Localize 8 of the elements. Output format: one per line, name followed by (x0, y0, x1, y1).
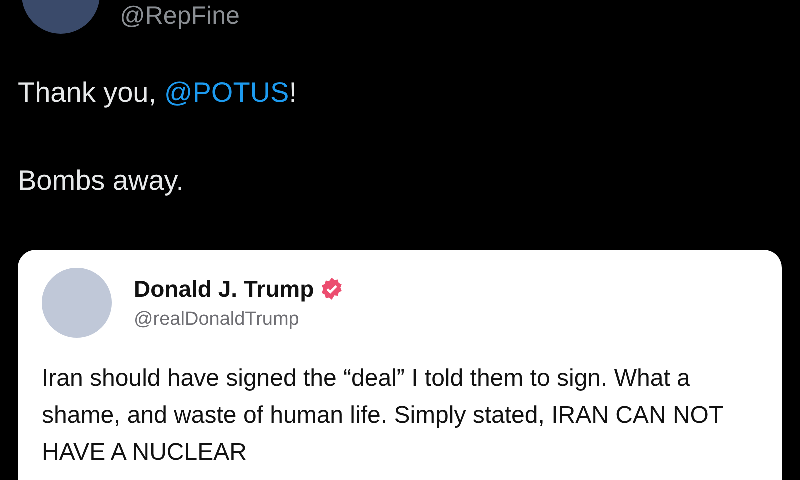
author-handle: @realDonaldTrump (134, 308, 300, 330)
quoted-post-text: Iran should have signed the “deal” I told them to sign. What a shame, and waste of human life. Simply stated, IRAN CAN NOT HAVE A NUCLEAR (42, 364, 724, 468)
author-name: Donald J. Trump (134, 276, 314, 302)
author-handle: @RepFine (120, 2, 240, 31)
mention-link[interactable]: @POTUS (164, 77, 290, 108)
quoted-post-card[interactable]: Donald J. Trump @realDonaldTrump Iran should have signed the “deal” I told them to sign. What a shame, and waste of human life. Simply stated, IRAN CAN NOT HAVE A NUCLEAR (18, 250, 782, 480)
post-text: Bombs away. (18, 164, 185, 198)
post-text: Thank you, @POTUS! (18, 76, 298, 110)
